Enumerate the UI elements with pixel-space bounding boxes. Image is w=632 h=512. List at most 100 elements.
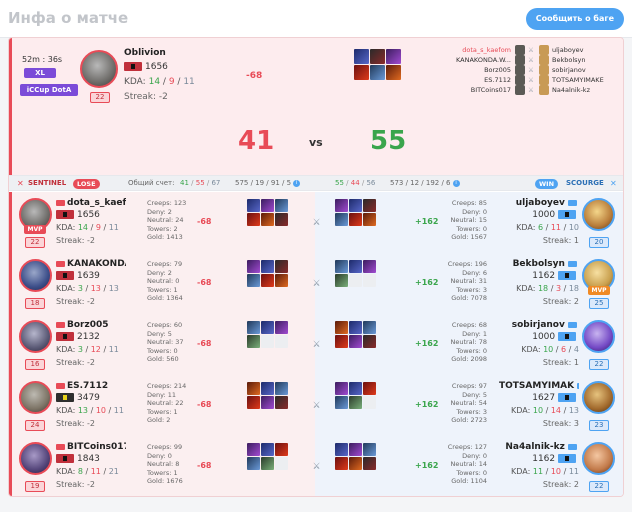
- item-icon[interactable]: [247, 260, 260, 273]
- hero-portrait[interactable]: [19, 381, 52, 414]
- player-name[interactable]: sobirjanov: [499, 320, 579, 330]
- item-icon[interactable]: [247, 321, 260, 334]
- item-icon[interactable]: [335, 321, 348, 334]
- hero-portrait[interactable]: [19, 320, 52, 353]
- player-name[interactable]: Na4alnik-kz: [499, 442, 579, 452]
- item-icon[interactable]: [349, 382, 362, 395]
- sentinel-roster-name[interactable]: Borz005: [421, 66, 511, 74]
- scourge-roster-name[interactable]: Na4alnik-kz: [552, 86, 590, 94]
- report-bug-button[interactable]: Сообщить о баге: [525, 8, 624, 30]
- item-icon[interactable]: [247, 274, 260, 287]
- item-icon[interactable]: [335, 213, 348, 226]
- item-icon[interactable]: [247, 443, 260, 456]
- item-icon[interactable]: [363, 457, 376, 470]
- item-icon[interactable]: [247, 457, 260, 470]
- item-icon[interactable]: [247, 382, 260, 395]
- item-icon[interactable]: [363, 321, 376, 334]
- player-name[interactable]: uljaboyev: [499, 198, 579, 208]
- hero-avatar-icon[interactable]: [539, 65, 549, 75]
- item-icon[interactable]: [335, 396, 348, 409]
- item-icon[interactable]: [261, 213, 274, 226]
- item-icon[interactable]: [370, 65, 385, 80]
- hero-avatar-icon[interactable]: [515, 75, 525, 85]
- item-icon[interactable]: [354, 49, 369, 64]
- item-icon[interactable]: [349, 321, 362, 334]
- scourge-roster-name[interactable]: TOTSAMYIMAKE: [552, 76, 604, 84]
- item-icon[interactable]: [349, 213, 362, 226]
- item-icon[interactable]: [275, 274, 288, 287]
- item-icon[interactable]: [370, 49, 385, 64]
- sentinel-roster-name[interactable]: KANAKONDA.W...: [421, 56, 511, 64]
- item-icon[interactable]: [335, 443, 348, 456]
- item-icon[interactable]: [261, 382, 274, 395]
- item-icon[interactable]: [386, 49, 401, 64]
- hero-avatar-icon[interactable]: [515, 85, 525, 95]
- item-icon[interactable]: [275, 321, 288, 334]
- scourge-roster-name[interactable]: uljaboyev: [552, 46, 584, 54]
- item-icon[interactable]: [335, 260, 348, 273]
- player-name[interactable]: Borz005: [56, 320, 126, 330]
- hero-avatar-icon[interactable]: [539, 75, 549, 85]
- sentinel-roster-name[interactable]: ES.7112: [421, 76, 511, 84]
- hero-avatar-icon[interactable]: [515, 45, 525, 55]
- scourge-roster-name[interactable]: sobirjanov: [552, 66, 586, 74]
- item-icon[interactable]: [261, 443, 274, 456]
- info-icon[interactable]: i: [293, 179, 301, 187]
- item-icon[interactable]: [275, 443, 288, 456]
- item-icon[interactable]: [363, 260, 376, 273]
- item-icon[interactable]: [261, 260, 274, 273]
- scourge-roster-name[interactable]: Bekbolsyn: [552, 56, 585, 64]
- item-icon[interactable]: [261, 321, 274, 334]
- sentinel-roster-name[interactable]: BITCoins017: [421, 86, 511, 94]
- item-icon[interactable]: [275, 213, 288, 226]
- hero-portrait[interactable]: [19, 259, 52, 292]
- item-icon[interactable]: [275, 396, 288, 409]
- hero-portrait[interactable]: [19, 442, 52, 475]
- hero-portrait[interactable]: [582, 320, 615, 353]
- item-icon[interactable]: [335, 382, 348, 395]
- item-icon[interactable]: [261, 396, 274, 409]
- sentinel-roster-name[interactable]: dota_s_kaefom: [421, 46, 511, 54]
- item-icon[interactable]: [363, 335, 376, 348]
- item-icon[interactable]: [363, 213, 376, 226]
- hero-avatar-icon[interactable]: [515, 65, 525, 75]
- player-name[interactable]: ES.7112: [56, 381, 126, 391]
- item-icon[interactable]: [275, 199, 288, 212]
- info-icon[interactable]: i: [452, 179, 460, 187]
- item-icon[interactable]: [335, 457, 348, 470]
- item-icon[interactable]: [349, 335, 362, 348]
- item-icon[interactable]: [349, 457, 362, 470]
- item-icon[interactable]: [335, 199, 348, 212]
- player-name[interactable]: BITCoins017: [56, 442, 126, 452]
- player-name[interactable]: KANAKONDA.W: [56, 259, 126, 269]
- item-icon[interactable]: [349, 260, 362, 273]
- player-hero-portrait[interactable]: [80, 50, 118, 88]
- hero-portrait[interactable]: [582, 198, 615, 231]
- item-icon[interactable]: [247, 335, 260, 348]
- item-icon[interactable]: [363, 443, 376, 456]
- item-icon[interactable]: [363, 199, 376, 212]
- item-icon[interactable]: [247, 213, 260, 226]
- hero-portrait[interactable]: [582, 381, 615, 414]
- hero-portrait[interactable]: [582, 442, 615, 475]
- player-name[interactable]: Oblivion: [124, 48, 166, 58]
- item-icon[interactable]: [247, 396, 260, 409]
- item-icon[interactable]: [349, 396, 362, 409]
- hero-avatar-icon[interactable]: [539, 55, 549, 65]
- item-icon[interactable]: [349, 199, 362, 212]
- item-icon[interactable]: [335, 335, 348, 348]
- item-icon[interactable]: [261, 274, 274, 287]
- hero-avatar-icon[interactable]: [515, 55, 525, 65]
- item-icon[interactable]: [354, 65, 369, 80]
- player-name[interactable]: Bekbolsyn: [499, 259, 579, 269]
- item-icon[interactable]: [261, 199, 274, 212]
- player-name[interactable]: dota_s_kaefc: [56, 198, 126, 208]
- item-icon[interactable]: [275, 260, 288, 273]
- item-icon[interactable]: [247, 199, 260, 212]
- item-icon[interactable]: [335, 274, 348, 287]
- item-icon[interactable]: [349, 443, 362, 456]
- hero-avatar-icon[interactable]: [539, 85, 549, 95]
- hero-avatar-icon[interactable]: [539, 45, 549, 55]
- item-icon[interactable]: [261, 457, 274, 470]
- item-icon[interactable]: [275, 382, 288, 395]
